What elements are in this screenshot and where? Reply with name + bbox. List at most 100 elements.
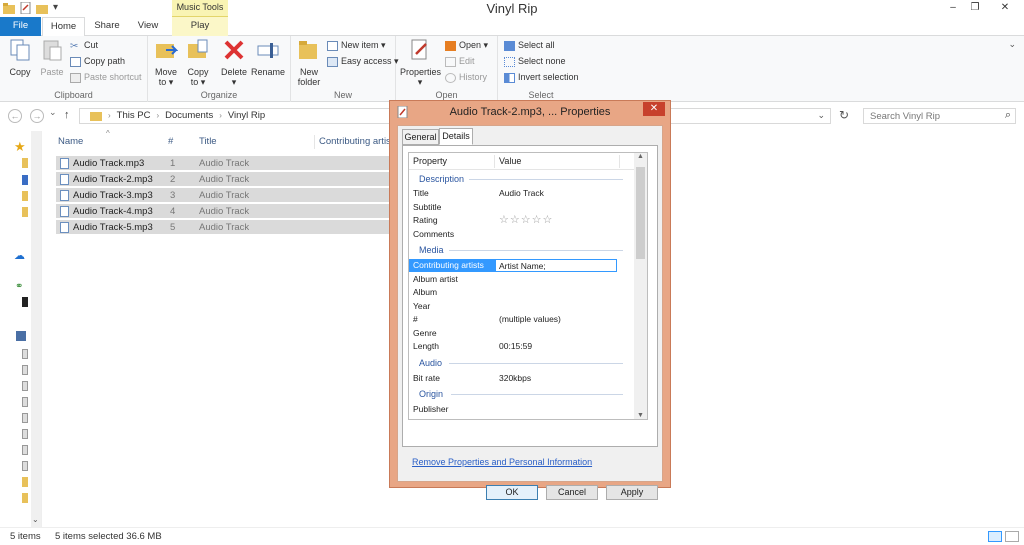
star-icon[interactable]: ☆ (510, 214, 520, 227)
scrollbar-thumb[interactable] (636, 167, 645, 259)
delete-button[interactable]: Delete ▾ (220, 38, 248, 87)
apply-button[interactable]: Apply (606, 485, 658, 500)
prop-length-row[interactable]: Length 00:15:59 (409, 340, 635, 353)
prop-album-row[interactable]: Album (409, 286, 635, 299)
prop-album-artist-row[interactable]: Album artist (409, 273, 635, 286)
star-icon[interactable]: ☆ (543, 214, 553, 227)
details-view-icon[interactable] (988, 531, 1002, 542)
scroll-down-icon[interactable]: ▼ (637, 412, 644, 419)
prop-genre-row[interactable]: Genre (409, 327, 635, 340)
tab-share[interactable]: Share (86, 17, 128, 36)
forward-button[interactable]: → (30, 109, 44, 123)
star-icon[interactable]: ☆ (521, 214, 531, 227)
prop-comments-row[interactable]: Comments (409, 228, 635, 241)
rename-button[interactable]: Rename (250, 38, 286, 77)
tab-home[interactable]: Home (42, 17, 85, 37)
new-item-button[interactable]: New item ▾ (327, 39, 386, 51)
homegroup-user-icon[interactable] (22, 297, 28, 307)
properties-button[interactable]: Properties ▾ (400, 38, 441, 87)
prop-subtitle-row[interactable]: Subtitle (409, 201, 635, 214)
col-header-title[interactable]: Title (199, 133, 217, 151)
homegroup-icon[interactable]: ⚭ (15, 281, 23, 292)
column-divider[interactable] (314, 135, 315, 149)
breadcrumb-documents[interactable]: Documents (165, 110, 213, 121)
ribbon-expand-icon[interactable]: ⌄ (1008, 39, 1016, 50)
pc-item-icon[interactable] (22, 429, 28, 439)
move-to-button[interactable]: Move to ▾ (152, 38, 180, 87)
header-value[interactable]: Value (499, 153, 521, 170)
table-row[interactable]: Audio Track-4.mp3 4 Audio Track (56, 204, 390, 219)
breadcrumb-this-pc[interactable]: This PC (117, 110, 151, 121)
pc-item-icon[interactable] (22, 461, 28, 471)
pc-item-icon[interactable] (22, 349, 28, 359)
restore-button[interactable]: ❐ (964, 0, 986, 17)
scroll-down-icon[interactable]: ⌄ (32, 515, 39, 524)
pc-item-icon[interactable] (22, 445, 28, 455)
tab-general[interactable]: General (402, 129, 439, 145)
minimize-button[interactable]: – (942, 0, 964, 17)
tab-play[interactable]: Play (172, 17, 228, 36)
prop-rating-row[interactable]: Rating ☆☆☆☆☆ (409, 214, 635, 227)
col-header-number[interactable]: # (168, 133, 173, 151)
dialog-close-button[interactable]: ✕ (643, 102, 665, 116)
favorite-folder-icon[interactable] (22, 158, 28, 168)
pc-item-icon[interactable] (22, 413, 28, 423)
large-icons-view-icon[interactable] (1005, 531, 1019, 542)
breadcrumb-vinyl-rip[interactable]: Vinyl Rip (228, 110, 265, 121)
pc-item-icon[interactable] (22, 365, 28, 375)
pc-item-icon[interactable] (22, 381, 28, 391)
favorite-recent-icon[interactable] (22, 207, 28, 217)
table-row[interactable]: Audio Track-5.mp3 5 Audio Track (56, 220, 390, 235)
close-window-button[interactable]: ✕ (986, 0, 1024, 17)
property-list[interactable]: Property Value ▲ ▼ Description Title Audi… (408, 152, 648, 420)
refresh-icon[interactable]: ↻ (839, 108, 849, 122)
new-folder-button[interactable]: New folder (295, 38, 323, 87)
rating-stars[interactable]: ☆☆☆☆☆ (499, 214, 553, 227)
table-row[interactable]: Audio Track.mp3 1 Audio Track (56, 156, 390, 171)
copy-to-button[interactable]: Copy to ▾ (184, 38, 212, 87)
remove-properties-link[interactable]: Remove Properties and Personal Informati… (412, 457, 592, 467)
onedrive-cloud-icon[interactable]: ☁ (14, 249, 25, 262)
header-property[interactable]: Property (413, 153, 447, 170)
cancel-button[interactable]: Cancel (546, 485, 598, 500)
scroll-up-icon[interactable]: ▲ (637, 153, 644, 160)
invert-selection-button[interactable]: Invert selection (504, 71, 579, 83)
copy-button[interactable]: Copy (6, 38, 34, 77)
paste-button[interactable]: Paste (38, 38, 66, 77)
tab-details[interactable]: Details (439, 128, 473, 145)
pc-folder-icon[interactable] (22, 493, 28, 503)
favorite-downloads-icon[interactable] (22, 191, 28, 201)
open-button[interactable]: Open ▾ (445, 39, 488, 51)
table-row[interactable]: Audio Track-3.mp3 3 Audio Track (56, 188, 390, 203)
pc-item-icon[interactable] (22, 397, 28, 407)
history-button[interactable]: History (445, 71, 487, 83)
paste-shortcut-button[interactable]: Paste shortcut (70, 71, 142, 83)
edit-button[interactable]: Edit (445, 55, 475, 67)
tab-file[interactable]: File (0, 17, 41, 36)
prop-publisher-row[interactable]: Publisher (409, 403, 635, 416)
favorite-desktop-icon[interactable] (22, 175, 28, 185)
star-icon[interactable]: ☆ (532, 214, 542, 227)
navigation-pane[interactable]: ★ ☁ ⚭ ⌄ (0, 131, 42, 527)
star-icon[interactable]: ☆ (499, 214, 509, 227)
col-header-name[interactable]: Name (58, 133, 83, 151)
col-header-contributing-artists[interactable]: Contributing artists (319, 133, 389, 151)
prop-title-row[interactable]: Title Audio Track (409, 187, 635, 200)
up-button[interactable]: ↑ (64, 109, 70, 121)
search-box[interactable]: Search Vinyl Rip ⌕ (863, 108, 1016, 124)
address-dropdown-icon[interactable]: ⌄ (817, 110, 825, 121)
recent-locations-button[interactable]: ⌄ (49, 107, 57, 118)
prop-bit-rate-row[interactable]: Bit rate 320kbps (409, 372, 635, 385)
header-divider[interactable] (619, 155, 620, 168)
header-divider[interactable] (494, 155, 495, 168)
prop-contributing-artists-row[interactable]: Contributing artists Artist Name; (409, 259, 635, 272)
cut-button[interactable]: ✂ Cut (70, 39, 98, 52)
ok-button[interactable]: OK (486, 485, 538, 500)
property-list-scrollbar[interactable]: ▲ ▼ (634, 153, 647, 419)
copy-path-button[interactable]: Copy path (70, 55, 125, 67)
prop-number-row[interactable]: # (multiple values) (409, 313, 635, 326)
favorites-star-icon[interactable]: ★ (14, 139, 26, 155)
this-pc-icon[interactable] (16, 331, 26, 341)
table-row[interactable]: Audio Track-2.mp3 2 Audio Track (56, 172, 390, 187)
pc-folder-icon[interactable] (22, 477, 28, 487)
